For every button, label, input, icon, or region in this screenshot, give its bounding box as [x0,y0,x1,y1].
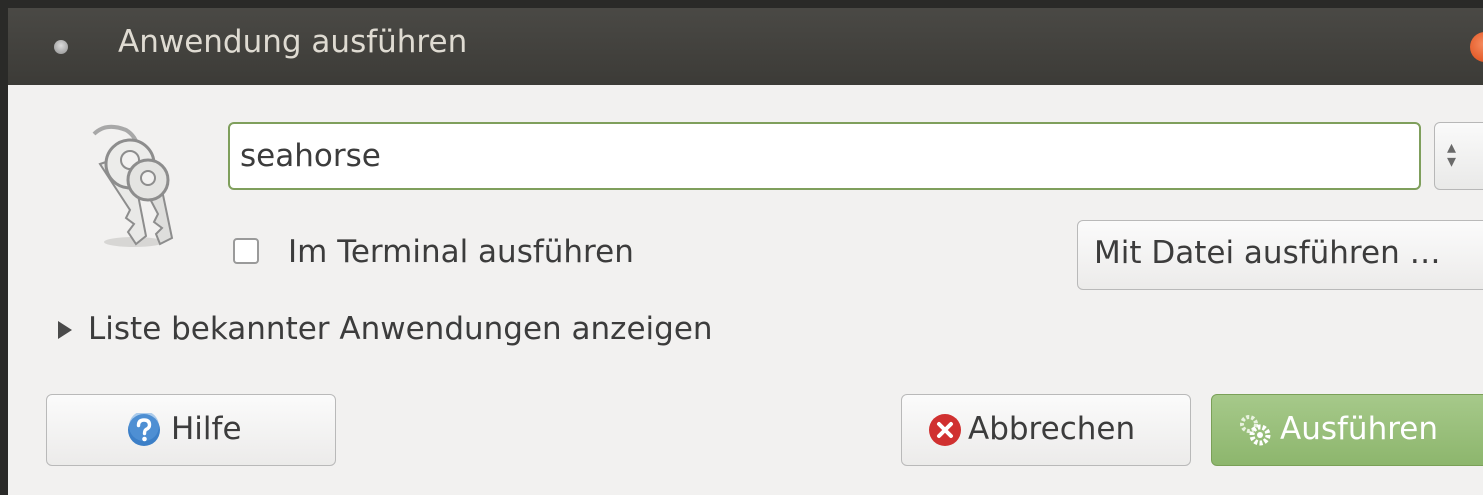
run-with-file-button[interactable]: Mit Datei ausführen … [1077,220,1483,290]
command-input[interactable] [228,122,1421,190]
terminal-checkbox[interactable] [233,238,259,264]
run-button[interactable]: Ausführen [1211,394,1483,466]
window-title: Anwendung ausführen [118,24,468,60]
run-button-label: Ausführen [1280,411,1438,447]
spin-arrows-icon: ▴ ▾ [1447,137,1457,172]
window-menu-icon[interactable] [54,40,68,54]
keys-icon [92,124,174,247]
help-button-label: Hilfe [171,411,242,447]
gears-icon [1240,415,1271,446]
help-button[interactable]: Hilfe [46,394,336,466]
title-bar[interactable]: Anwendung ausführen [8,8,1483,85]
known-applications-expander[interactable]: Liste bekannter Anwendungen anzeigen [88,311,713,347]
help-icon [128,413,160,446]
cancel-icon [929,414,961,446]
run-application-dialog: Anwendung ausführen ▴▾ Im Terminal ausfü… [8,8,1483,495]
terminal-checkbox-label[interactable]: Im Terminal ausführen [288,234,634,270]
close-icon[interactable] [1470,32,1483,62]
cancel-button[interactable]: Abbrechen [901,394,1191,466]
expander-arrow-icon[interactable] [58,321,72,339]
command-history-dropdown[interactable]: ▴ ▾ [1434,122,1483,190]
cancel-button-label: Abbrechen [968,411,1136,447]
